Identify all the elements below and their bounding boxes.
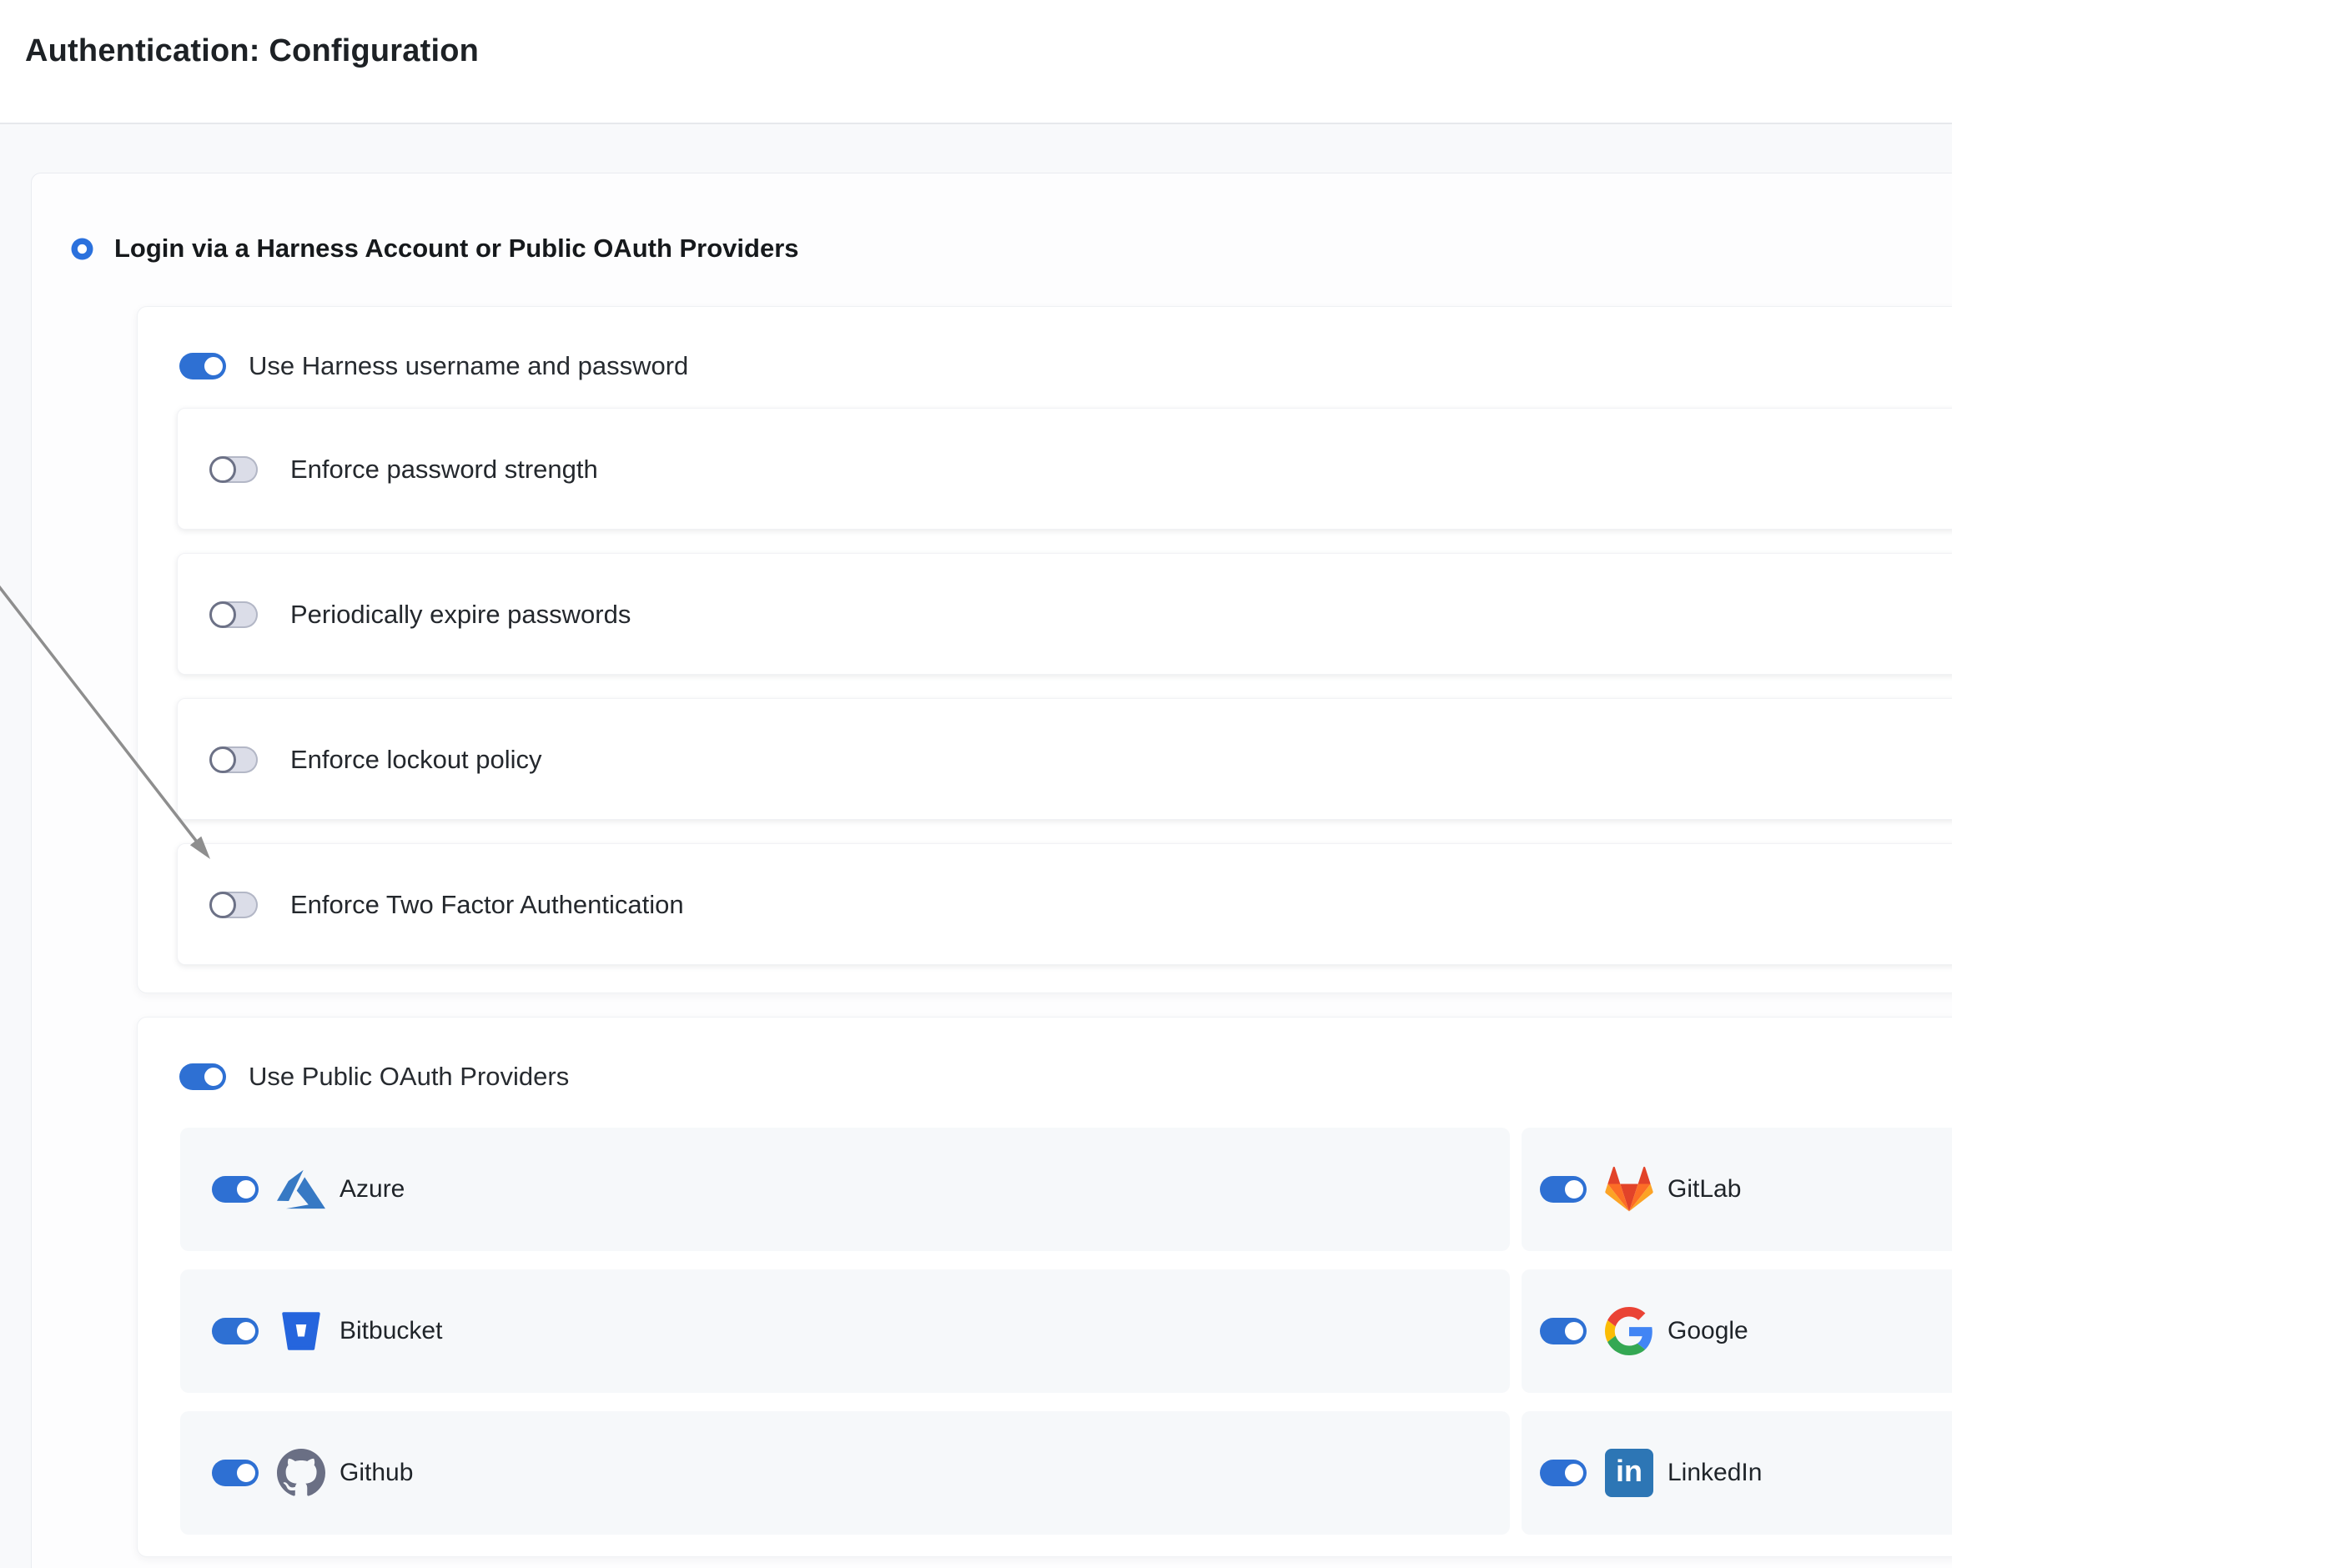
enforce-two-factor-authentication-toggle[interactable]	[211, 892, 258, 918]
toggle-knob	[202, 1065, 225, 1088]
enforce-lockout-policy-toggle[interactable]	[211, 746, 258, 773]
enforce-lockout-policy-row: Enforce lockout policy	[177, 698, 1952, 820]
harness-oauth-radio-row: Login via a Harness Account or Public OA…	[71, 234, 799, 264]
oauth-providers-section: Use Public OAuth Providers Azure	[137, 1017, 1952, 1557]
provider-tile-azure: Azure	[180, 1128, 1510, 1251]
google-toggle[interactable]	[1540, 1318, 1587, 1344]
toggle-knob	[209, 456, 236, 483]
provider-tile-gitlab: GitLab	[1522, 1128, 1952, 1251]
provider-tile-bitbucket: Bitbucket	[180, 1269, 1510, 1393]
toggle-knob	[234, 1461, 258, 1485]
toggle-knob	[234, 1319, 258, 1343]
enforce-two-factor-authentication-row: Enforce Two Factor Authentication	[177, 843, 1952, 965]
gitlab-toggle[interactable]	[1540, 1176, 1587, 1203]
periodically-expire-passwords-row: Periodically expire passwords	[177, 553, 1952, 675]
provider-name: Google	[1668, 1317, 1748, 1345]
harness-login-section: Use Harness username and password Enforc…	[137, 306, 1952, 993]
linkedin-icon: in	[1605, 1449, 1653, 1497]
option-label: Enforce lockout policy	[290, 699, 542, 821]
enforce-password-strength-toggle[interactable]	[211, 456, 258, 483]
use-harness-username-password-toggle[interactable]	[179, 353, 226, 379]
option-label: Enforce Two Factor Authentication	[290, 844, 684, 966]
provider-tile-github: Github	[180, 1411, 1510, 1535]
toggle-knob	[1562, 1178, 1586, 1201]
provider-tile-google: Google	[1522, 1269, 1952, 1393]
login-mechanisms-card: Login via a Harness Account or Public OA…	[31, 173, 1952, 1568]
page-title: Authentication: Configuration	[25, 32, 479, 70]
enforce-password-strength-row: Enforce password strength	[177, 408, 1952, 530]
provider-name: Bitbucket	[340, 1317, 442, 1345]
provider-tile-linkedin: in LinkedIn	[1522, 1411, 1952, 1535]
option-label: Periodically expire passwords	[290, 554, 631, 676]
azure-icon	[277, 1165, 325, 1214]
toggle-knob	[209, 746, 236, 773]
toggle-knob	[202, 354, 225, 378]
oauth-section-label: Use Public OAuth Providers	[249, 1062, 569, 1092]
google-icon	[1605, 1307, 1653, 1355]
toggle-knob	[1562, 1461, 1586, 1485]
gitlab-icon	[1605, 1165, 1653, 1214]
auth-configuration-page: Authentication: Configuration Login via …	[0, 0, 1952, 1568]
toggle-knob	[1562, 1319, 1586, 1343]
bitbucket-icon	[277, 1307, 325, 1355]
use-public-oauth-providers-toggle[interactable]	[179, 1063, 226, 1090]
github-icon	[277, 1449, 325, 1497]
provider-name: GitLab	[1668, 1175, 1741, 1204]
linkedin-toggle[interactable]	[1540, 1460, 1587, 1486]
periodically-expire-passwords-toggle[interactable]	[211, 601, 258, 628]
azure-toggle[interactable]	[212, 1176, 259, 1203]
toggle-knob	[209, 892, 236, 918]
provider-name: Github	[340, 1459, 413, 1487]
bitbucket-toggle[interactable]	[212, 1318, 259, 1344]
radio-label: Login via a Harness Account or Public OA…	[114, 234, 799, 264]
option-label: Enforce password strength	[290, 409, 598, 530]
toggle-knob	[209, 601, 236, 628]
provider-name: Azure	[340, 1175, 405, 1204]
radio-selected-icon[interactable]	[71, 238, 93, 260]
github-toggle[interactable]	[212, 1460, 259, 1486]
harness-section-label: Use Harness username and password	[249, 351, 688, 381]
toggle-knob	[234, 1178, 258, 1201]
provider-name: LinkedIn	[1668, 1459, 1762, 1487]
